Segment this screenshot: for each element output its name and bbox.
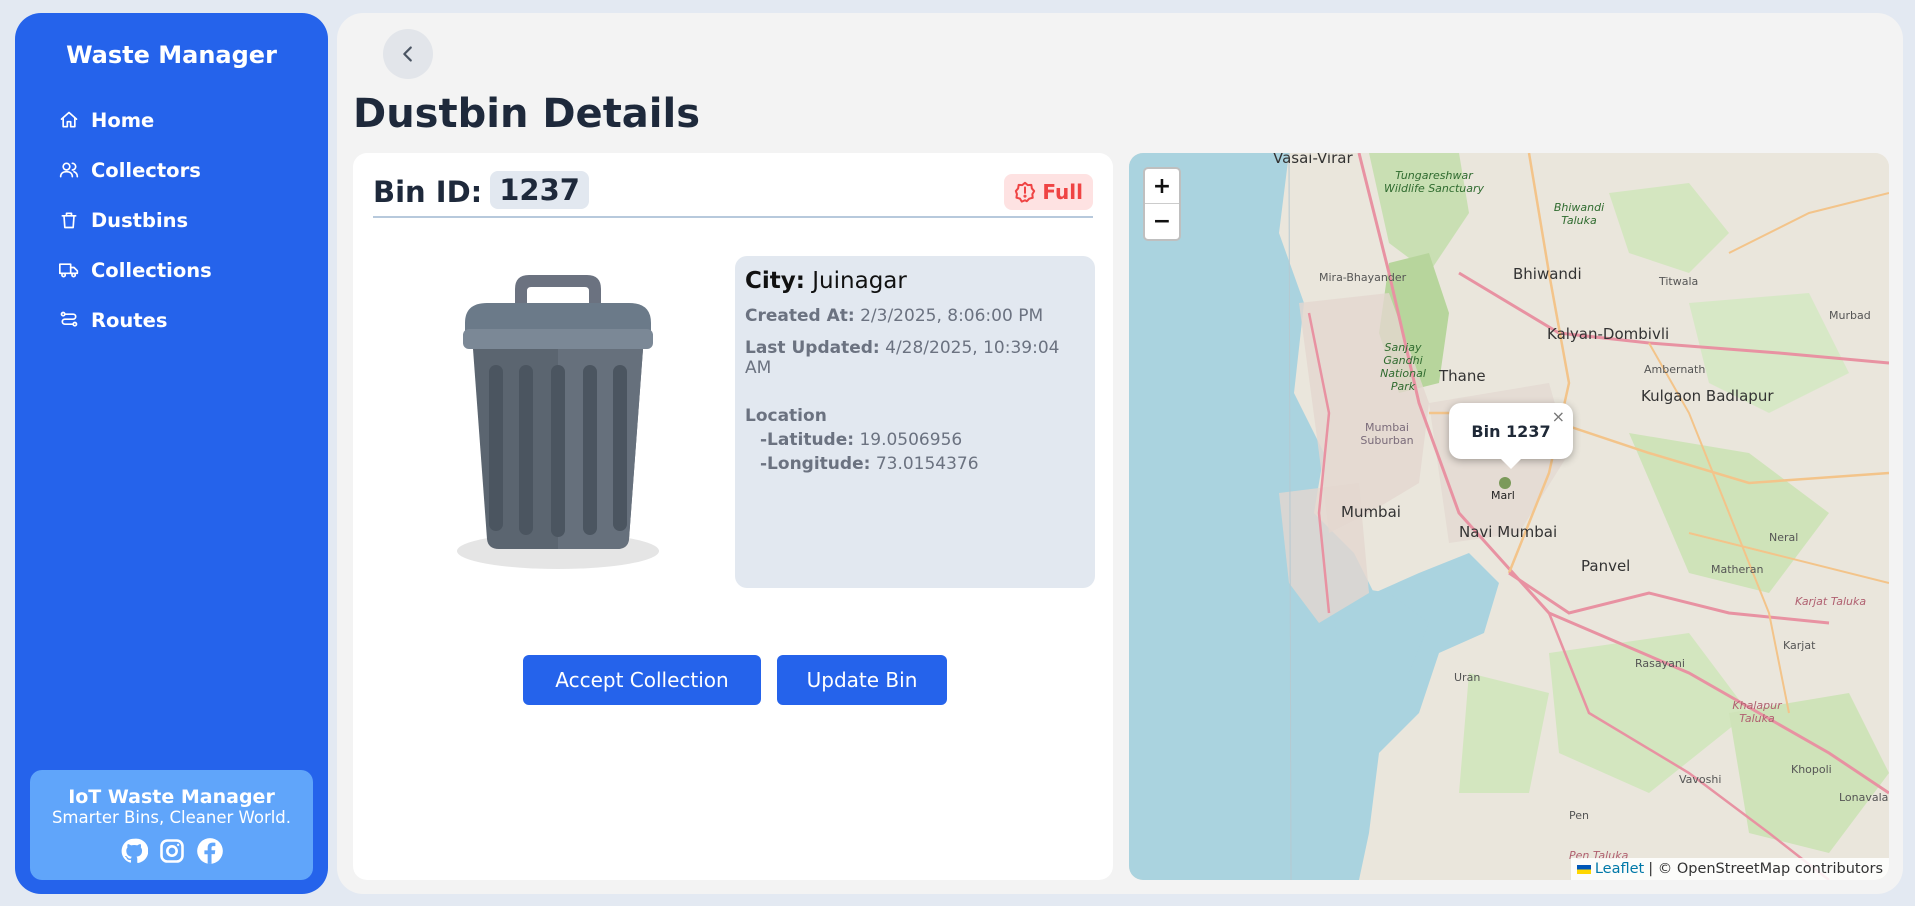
longitude-value: 73.0154376 xyxy=(875,454,979,474)
created-value: 2/3/2025, 8:06:00 PM xyxy=(860,306,1044,326)
status-badge: Full xyxy=(1004,174,1093,210)
attribution-text: | © OpenStreetMap contributors xyxy=(1648,861,1883,877)
facebook-icon[interactable] xyxy=(196,837,224,865)
map-label: Neral xyxy=(1769,531,1799,544)
map-label: Marl xyxy=(1491,489,1515,502)
main-content: Dustbin Details Bin ID: 1237 Full City: … xyxy=(337,13,1903,894)
sidebar-item-dustbins[interactable]: Dustbins xyxy=(43,195,212,245)
map-label: Bhiwandi Taluka xyxy=(1553,201,1605,227)
map-label: Sanjay Gandhi National Park xyxy=(1380,341,1426,393)
map-label: Vasai-Virar xyxy=(1273,153,1353,167)
sidebar: Waste Manager Home Collectors Dustbins C… xyxy=(15,13,328,894)
bin-info-panel: City: Juinagar Created At: 2/3/2025, 8:0… xyxy=(735,256,1095,588)
social-links xyxy=(30,837,313,865)
map-label: Murbad xyxy=(1829,309,1871,322)
instagram-icon[interactable] xyxy=(158,837,186,865)
footer-subtitle: Smarter Bins, Cleaner World. xyxy=(51,808,292,827)
map-label: Mumbai xyxy=(1341,503,1401,521)
footer-title: IoT Waste Manager xyxy=(68,786,275,808)
city-row: City: Juinagar xyxy=(745,268,1085,294)
route-icon xyxy=(60,311,78,327)
latitude-value: 19.0506956 xyxy=(859,430,963,450)
longitude-label: -Longitude: xyxy=(760,454,871,474)
map-label: Karjat xyxy=(1783,639,1816,652)
map-label: Matheran xyxy=(1711,563,1764,576)
map-label: Pen xyxy=(1569,809,1589,822)
latitude-label: -Latitude: xyxy=(760,430,855,450)
sidebar-item-routes[interactable]: Routes xyxy=(43,295,212,345)
zoom-in-button[interactable]: + xyxy=(1145,169,1179,204)
alert-octagon-icon xyxy=(1015,181,1036,203)
map-label: Kulgaon Badlapur xyxy=(1641,387,1774,405)
map-label: Mumbai Suburban xyxy=(1360,421,1414,447)
accept-collection-button[interactable]: Accept Collection xyxy=(523,655,761,705)
sidebar-item-label: Dustbins xyxy=(91,208,189,232)
sidebar-item-label: Home xyxy=(91,108,155,132)
card-header: Bin ID: 1237 Full xyxy=(373,171,1093,218)
sidebar-item-collectors[interactable]: Collectors xyxy=(43,145,212,195)
map-label: Kalyan-Dombivli xyxy=(1547,325,1670,343)
created-label: Created At: xyxy=(745,306,855,326)
map-label: Ambernath xyxy=(1644,363,1706,376)
status-text: Full xyxy=(1042,180,1083,204)
leaflet-link[interactable]: Leaflet xyxy=(1595,861,1644,877)
app-brand: Waste Manager xyxy=(66,41,277,69)
map-popup: Bin 1237 × xyxy=(1449,403,1573,469)
sidebar-item-collections[interactable]: Collections xyxy=(43,245,212,295)
popup-close-button[interactable]: × xyxy=(1552,407,1565,426)
github-icon[interactable] xyxy=(120,837,148,865)
updated-row: Last Updated: 4/28/2025, 10:39:04 AM xyxy=(745,338,1085,378)
map-label: Lonavala xyxy=(1839,791,1889,804)
map-label: Vavoshi xyxy=(1679,773,1722,786)
truck-icon xyxy=(59,263,79,278)
sidebar-nav: Home Collectors Dustbins Collections Rou… xyxy=(43,95,212,345)
map-label: Khalapur Taluka xyxy=(1732,699,1782,725)
ukraine-flag-icon xyxy=(1576,864,1591,874)
sidebar-item-label: Collectors xyxy=(91,158,201,182)
users-icon xyxy=(59,162,79,178)
dustbin-illustration xyxy=(453,261,663,571)
map-label: Bhiwandi xyxy=(1513,265,1582,283)
map-label: Thane xyxy=(1439,367,1486,385)
sidebar-item-home[interactable]: Home xyxy=(43,95,212,145)
zoom-control: + − xyxy=(1143,167,1181,241)
bin-id-value: 1237 xyxy=(490,171,589,209)
map-attribution: Leaflet | © OpenStreetMap contributors xyxy=(1570,858,1889,880)
update-bin-button[interactable]: Update Bin xyxy=(777,655,947,705)
sidebar-item-label: Routes xyxy=(91,308,168,332)
location-heading: Location xyxy=(745,406,827,426)
sidebar-footer-card: IoT Waste Manager Smarter Bins, Cleaner … xyxy=(30,770,313,880)
trash-icon xyxy=(61,212,77,229)
location-map[interactable]: + − Vasai-Virar Tungareshwar Wildlife Sa… xyxy=(1129,153,1889,880)
map-label: Karjat Taluka xyxy=(1795,595,1867,608)
updated-label: Last Updated: xyxy=(745,338,880,358)
map-label: Panvel xyxy=(1581,557,1631,575)
map-label: Titwala xyxy=(1659,275,1699,288)
longitude-row: -Longitude: 73.0154376 xyxy=(760,454,1085,474)
map-label: Rasayani xyxy=(1635,657,1685,670)
map-label: Uran xyxy=(1454,671,1481,684)
city-value: Juinagar xyxy=(812,268,907,294)
map-label: Khopoli xyxy=(1791,763,1832,776)
latitude-row: -Latitude: 19.0506956 xyxy=(760,430,1085,450)
back-button[interactable] xyxy=(383,29,433,79)
bin-details-card: Bin ID: 1237 Full City: Juinagar Created… xyxy=(353,153,1113,880)
page-title: Dustbin Details xyxy=(353,91,701,137)
bin-id-label: Bin ID: xyxy=(373,175,483,209)
city-label: City: xyxy=(745,268,805,294)
map-label: Navi Mumbai xyxy=(1459,523,1558,541)
home-icon xyxy=(60,111,78,128)
sidebar-item-label: Collections xyxy=(91,258,212,282)
map-label: Mira-Bhayander xyxy=(1319,271,1407,284)
created-row: Created At: 2/3/2025, 8:06:00 PM xyxy=(745,306,1085,326)
popup-label: Bin 1237 xyxy=(1471,421,1551,441)
map-tiles xyxy=(1129,153,1889,880)
zoom-out-button[interactable]: − xyxy=(1145,204,1179,239)
map-label: Tungareshwar Wildlife Sanctuary xyxy=(1383,169,1485,195)
chevron-left-icon xyxy=(403,46,412,62)
